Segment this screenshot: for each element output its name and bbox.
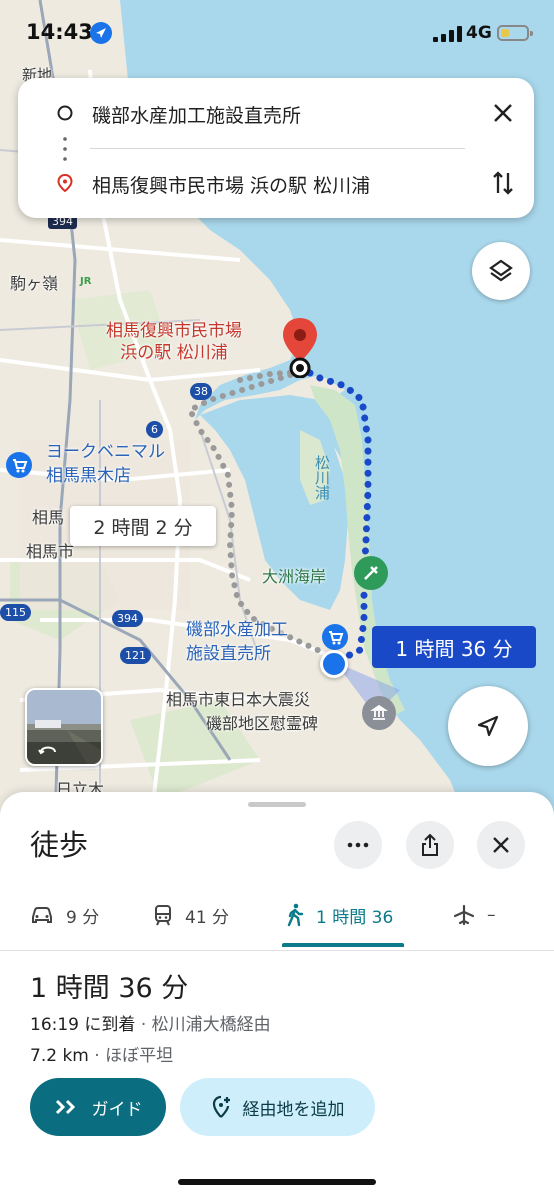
route-via: · 松川浦大橋経由 bbox=[140, 1015, 271, 1035]
map-label-matsukawaura: 松川浦 bbox=[313, 455, 331, 500]
map-label-memorial[interactable]: 相馬市東日本大震災 磯部地区慰霊碑 bbox=[166, 688, 318, 736]
close-icon bbox=[493, 837, 509, 853]
mode-car-label: 9 分 bbox=[66, 907, 100, 928]
more-options-button[interactable] bbox=[334, 821, 382, 869]
walking-person-icon bbox=[287, 903, 304, 927]
mode-tab-walk[interactable]: 1 時間 36 bbox=[286, 900, 393, 930]
origin-text: 磯部水産加工施設直売所 bbox=[92, 105, 302, 127]
mode-transit-label: 41 分 bbox=[185, 907, 230, 928]
map-label-destination[interactable]: 相馬復興市民市場 浜の駅 松川浦 bbox=[106, 320, 242, 364]
memorial-label-line1: 相馬市東日本大震災 bbox=[166, 690, 311, 709]
car-icon bbox=[32, 907, 52, 923]
mode-tab-transit[interactable]: 41 分 bbox=[153, 900, 229, 930]
mode-flight-label: – bbox=[487, 905, 496, 925]
sheet-drag-handle[interactable] bbox=[248, 802, 306, 807]
street-view-image bbox=[27, 690, 101, 764]
status-bar: 14:43 4G bbox=[0, 0, 554, 70]
road-shield-115: 115 bbox=[0, 604, 31, 621]
origin-circle-icon bbox=[57, 105, 73, 121]
cellular-signal-icon bbox=[433, 26, 462, 42]
double-chevron-right-icon bbox=[55, 1099, 75, 1115]
york-label-line1: ヨークベニマル bbox=[46, 442, 165, 462]
route-card-divider bbox=[90, 148, 465, 149]
guide-button-label: ガイド bbox=[91, 1099, 143, 1120]
road-shield-6: 6 bbox=[146, 421, 163, 438]
location-services-icon bbox=[90, 22, 112, 44]
mode-tab-car[interactable]: 9 分 bbox=[30, 900, 99, 930]
arrival-time: 16:19 に到着 bbox=[30, 1015, 136, 1035]
origin-shop-icon[interactable] bbox=[322, 624, 348, 650]
selected-mode-indicator bbox=[282, 943, 404, 947]
route-summary-distance-line: 7.2 km · ほぼ平坦 bbox=[30, 1041, 173, 1066]
battery-icon bbox=[497, 25, 533, 41]
beach-park-icon[interactable] bbox=[354, 556, 388, 590]
destination-pin-small-icon bbox=[57, 174, 73, 192]
airplane-icon bbox=[453, 904, 475, 926]
sheet-title: 徒歩 bbox=[30, 828, 89, 862]
travel-mode-tabs: 9 分 41 分 1 時間 36 – bbox=[0, 888, 554, 951]
close-sheet-button[interactable] bbox=[477, 821, 525, 869]
map-label-origin[interactable]: 磯部水産加工 施設直売所 bbox=[186, 618, 288, 666]
origin-row[interactable]: 磯部水産加工施設直売所 bbox=[18, 84, 534, 144]
mode-walk-label: 1 時間 36 bbox=[316, 907, 394, 928]
current-location-dot bbox=[320, 650, 348, 678]
add-stop-button-label: 経由地を追加 bbox=[242, 1099, 345, 1120]
share-button[interactable] bbox=[406, 821, 454, 869]
road-shield-121: 121 bbox=[120, 647, 151, 664]
origin-label-line2: 施設直売所 bbox=[186, 644, 271, 664]
jr-station-badge: JR bbox=[80, 276, 92, 287]
origin-label-line1: 磯部水産加工 bbox=[186, 620, 288, 640]
close-icon bbox=[494, 104, 512, 122]
destination-label-line1: 相馬復興市民市場 bbox=[106, 321, 242, 341]
status-time: 14:43 bbox=[26, 20, 93, 44]
memorial-label-line2: 磯部地区慰霊碑 bbox=[206, 714, 319, 733]
map-label-komagamine: 駒ヶ嶺 bbox=[10, 274, 59, 293]
navigation-arrow-icon bbox=[477, 715, 499, 737]
guide-button[interactable]: ガイド bbox=[30, 1078, 166, 1136]
my-location-button[interactable] bbox=[448, 686, 528, 766]
street-view-thumbnail[interactable] bbox=[25, 688, 103, 766]
network-type: 4G bbox=[466, 23, 492, 43]
route-summary-duration: 1 時間 36 分 bbox=[30, 973, 189, 1004]
map-layers-button[interactable] bbox=[472, 242, 530, 300]
layers-icon bbox=[489, 259, 513, 282]
route-distance: 7.2 km bbox=[30, 1046, 89, 1066]
york-label-line2: 相馬黒木店 bbox=[46, 466, 131, 486]
destination-label-line2: 浜の駅 松川浦 bbox=[120, 343, 228, 363]
directions-sheet: 徒歩 9 分 41 分 1 時間 36 – 1 時間 36 分 16:19 に到… bbox=[0, 792, 554, 1199]
road-shield-38: 38 bbox=[190, 383, 212, 400]
shopping-cart-icon[interactable] bbox=[6, 452, 32, 478]
map-label-ozu-beach: 大洲海岸 bbox=[262, 567, 327, 586]
monument-icon[interactable] bbox=[362, 696, 396, 730]
train-icon bbox=[155, 905, 171, 926]
alt-route-duration-label[interactable]: 2 時間 2 分 bbox=[70, 506, 216, 546]
swap-arrows-icon bbox=[493, 171, 513, 195]
map-label-soma-city: 相馬市 bbox=[26, 542, 75, 561]
share-icon bbox=[422, 833, 438, 856]
more-horizontal-icon bbox=[347, 842, 369, 848]
close-route-button[interactable] bbox=[485, 95, 521, 131]
route-summary-arrival-line: 16:19 に到着 · 松川浦大橋経由 bbox=[30, 1010, 271, 1035]
route-card: 磯部水産加工施設直売所 相馬復興市民市場 浜の駅 松川浦 bbox=[18, 78, 534, 218]
map-view[interactable]: 14:43 4G 新地 駒ヶ嶺 JR 相馬復興市民市場 浜の駅 松川浦 ヨークベ… bbox=[0, 0, 554, 830]
destination-pin-icon[interactable] bbox=[280, 316, 320, 379]
route-terrain: · ほぼ平坦 bbox=[94, 1046, 174, 1066]
home-indicator[interactable] bbox=[178, 1179, 376, 1185]
mode-tab-flight[interactable]: – bbox=[453, 900, 496, 930]
map-label-yorkbenimaru[interactable]: ヨークベニマル 相馬黒木店 bbox=[46, 440, 165, 488]
destination-row[interactable]: 相馬復興市民市場 浜の駅 松川浦 bbox=[18, 154, 534, 214]
add-location-icon bbox=[212, 1095, 230, 1118]
destination-text: 相馬復興市民市場 浜の駅 松川浦 bbox=[92, 175, 371, 197]
road-shield-394b: 394 bbox=[112, 610, 143, 627]
swap-route-button[interactable] bbox=[485, 165, 521, 201]
map-label-soma: 相馬 bbox=[32, 508, 65, 527]
add-stop-button[interactable]: 経由地を追加 bbox=[180, 1078, 375, 1136]
route-duration-label[interactable]: 1 時間 36 分 bbox=[372, 626, 536, 668]
